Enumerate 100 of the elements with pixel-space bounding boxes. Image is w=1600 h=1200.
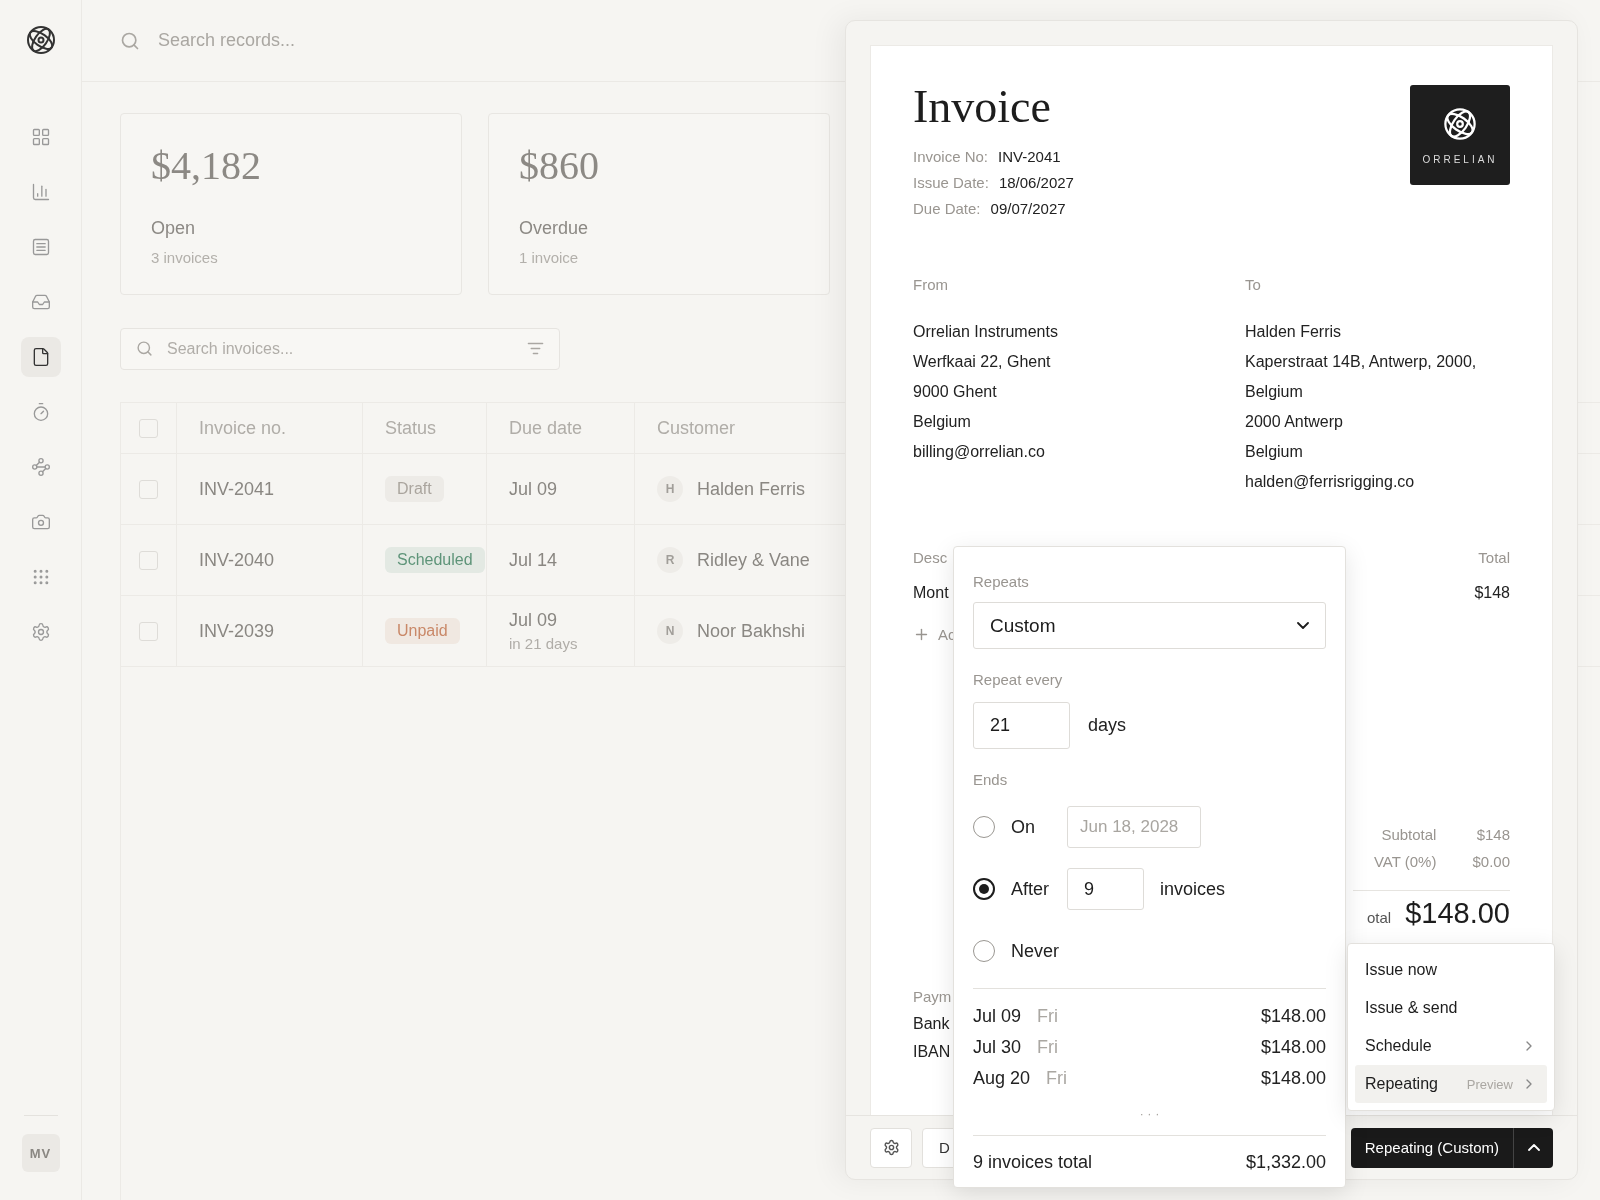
settings-icon [882,1139,900,1156]
filter-icon[interactable] [527,340,544,357]
address-line: Belgium [1245,382,1304,402]
customer-avatar: N [657,618,683,644]
settings-button[interactable] [870,1127,912,1168]
grand-total-label: otal [1367,909,1392,926]
payment-line: IBAN [913,1043,951,1061]
plus-icon[interactable] [913,626,930,643]
unit-label: days [1088,715,1127,736]
summary-total-label: 9 invoices total [973,1152,1093,1173]
row-checkbox[interactable] [139,479,158,499]
table-cell: Jul 14 [509,549,558,571]
table-cell-text: Jul 09 [509,610,559,631]
address-line: Orrelian Instruments [913,322,1059,342]
payment-label: Paym [913,988,952,1005]
party-label: To [1245,276,1262,293]
preview-amount: $148.00 [1260,1037,1326,1058]
address-line: Halden Ferris [1245,322,1343,342]
field-label: Ends [973,771,1009,788]
row-checkbox[interactable] [139,550,158,570]
meta-label: Due Date: [913,200,981,218]
customer-avatar: H [657,476,683,502]
interval-input[interactable]: 21 [973,702,1070,749]
caret-icon [1297,622,1309,629]
field-label: Repeat every [973,671,1064,688]
column-header: Status [385,417,437,439]
grid-icon [30,127,51,147]
list-icon [30,237,51,257]
table-cell: INV-2039 [199,620,275,642]
search-icon [120,30,140,51]
address-line: halden@ferrisrigging.co [1245,472,1416,492]
table-cell: Noor Bakhshi [697,620,806,642]
globe-logo-icon [1442,105,1478,142]
radio-button[interactable] [973,878,995,900]
option-label: On [1011,816,1036,838]
row-checkbox[interactable] [139,621,158,641]
count-input[interactable]: 9 [1067,868,1144,910]
search-field[interactable]: Search records... [156,29,556,52]
menu-toggle-button[interactable] [1514,1127,1553,1168]
address-line: billing@orrelian.co [913,442,1046,462]
total-label: VAT (0%) [1373,853,1437,870]
invoice-title: Invoice [913,82,1052,132]
invoice-search-field[interactable]: Search invoices... [120,328,560,370]
nodes-icon [30,457,51,477]
grand-total-value: $148.00 [1405,897,1510,930]
customer-avatar: R [657,547,683,573]
table-cell: Halden Ferris [697,478,806,500]
summary-amount: $860 [519,144,600,188]
total-value: $0.00 [1472,853,1510,870]
globe-logo-icon [24,24,57,56]
address-line: Werfkaai 22, Ghent [913,352,1052,372]
meta-value: 09/07/2027 [990,200,1066,218]
preview-weekday: Fri [1037,1037,1060,1058]
meta-label: Invoice No: [913,148,989,166]
item-total: $148 [1474,584,1510,602]
party-label: From [913,276,949,293]
table-cell: Jul 09 [509,478,558,500]
meta-value: 18/06/2027 [998,174,1074,192]
option-label: Never [1011,940,1059,962]
status-badge: Scheduled [385,547,485,573]
menu-item[interactable]: Issue now [1355,951,1547,989]
summary-label: Overdue [519,218,590,239]
field-label: Repeats [973,573,1030,590]
menu-item[interactable]: Issue & send [1355,989,1547,1027]
address-line: 9000 Ghent [913,382,998,402]
summary-count: 1 invoice [519,249,580,266]
address-line: Belgium [913,412,972,432]
total-label: Subtotal [1381,826,1437,843]
column-header: Invoice no. [199,417,287,439]
caret-icon [1527,1144,1540,1151]
preview-weekday: Fri [1037,1006,1060,1027]
column-header: Desc [913,549,948,566]
address-line: Belgium [1245,442,1304,462]
column-header: Due date [509,417,583,439]
logo-text: ORRELIAN [1422,153,1498,165]
total-value: $148 [1476,826,1510,843]
end-date-input[interactable]: Jun 18, 2028 [1067,806,1201,848]
status-badge: Unpaid [385,618,460,644]
select-all-checkbox[interactable] [139,418,158,438]
due-note: in 21 days [509,635,578,652]
address-line: 2000 Antwerp [1245,412,1344,432]
unit-label: invoices [1160,878,1226,900]
payment-line: Bank [913,1015,950,1033]
primary-button[interactable]: Repeating (Custom) [1350,1127,1514,1168]
option-label: After [1011,878,1050,900]
meta-value: INV-2041 [998,148,1061,166]
summary-label: Open [151,218,197,239]
repeats-select[interactable]: Custom [973,602,1326,649]
menu-item[interactable]: Schedule [1355,1027,1547,1065]
search-icon [136,340,153,357]
preview-date: Aug 20 [973,1068,1031,1089]
summary-total-value: $1,332.00 [1245,1152,1326,1173]
menu-item[interactable]: Repeating Preview [1355,1065,1547,1103]
column-header: Total [1478,549,1510,566]
column-header: Customer [657,417,736,439]
nav-item[interactable] [20,337,61,377]
more-indicator: · · · [1138,1106,1161,1121]
summary-count: 3 invoices [151,249,219,266]
table-cell: INV-2040 [199,549,275,571]
meta-label: Issue Date: [913,174,989,192]
